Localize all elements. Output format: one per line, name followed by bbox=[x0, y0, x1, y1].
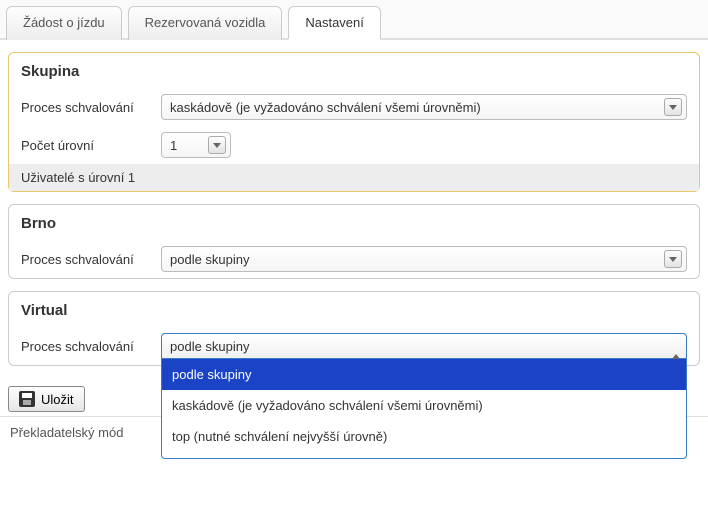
select-approval-process-open[interactable]: podle skupiny podle skupiny kaskádově (j… bbox=[161, 333, 687, 359]
panel-group: Skupina Proces schvalování kaskádově (je… bbox=[8, 52, 700, 192]
select-approval-process[interactable]: podle skupiny bbox=[161, 246, 687, 272]
tab-reserved-vehicles[interactable]: Rezervovaná vozidla bbox=[128, 6, 283, 40]
dropdown-option-top[interactable]: top (nutné schválení nejvyšší úrovně) bbox=[162, 421, 686, 452]
panel-virtual: Virtual Proces schvalování podle skupiny… bbox=[8, 291, 700, 366]
panel-title: Skupina bbox=[9, 53, 699, 88]
row-levels-count: Počet úrovní 1 bbox=[9, 126, 699, 164]
tab-label: Rezervovaná vozidla bbox=[145, 15, 266, 30]
chevron-down-icon bbox=[208, 136, 226, 154]
select-levels-count[interactable]: 1 bbox=[161, 132, 231, 158]
select-text: podle skupiny bbox=[170, 339, 672, 354]
label-users-level-1: Uživatelé s úrovní 1 bbox=[21, 170, 135, 185]
dropdown-option-kaskadove[interactable]: kaskádově (je vyžadováno schválení všemi… bbox=[162, 390, 686, 421]
panel-title: Virtual bbox=[9, 292, 699, 327]
select-text: podle skupiny bbox=[170, 252, 664, 267]
panel-brno: Brno Proces schvalování podle skupiny bbox=[8, 204, 700, 279]
row-approval-process: Proces schvalování podle skupiny podle s… bbox=[9, 327, 699, 365]
save-label: Uložit bbox=[41, 392, 74, 407]
chevron-down-icon bbox=[664, 98, 682, 116]
tab-ride-request[interactable]: Žádost o jízdu bbox=[6, 6, 122, 40]
row-approval-process: Proces schvalování podle skupiny bbox=[9, 240, 699, 278]
tab-settings[interactable]: Nastavení bbox=[288, 6, 381, 40]
row-approval-process: Proces schvalování kaskádově (je vyžadov… bbox=[9, 88, 699, 126]
option-label: kaskádově (je vyžadováno schválení všemi… bbox=[172, 398, 483, 413]
select-text: kaskádově (je vyžadováno schválení všemi… bbox=[170, 100, 664, 115]
tab-bar: Žádost o jízdu Rezervovaná vozidla Nasta… bbox=[0, 0, 708, 40]
label-levels-count: Počet úrovní bbox=[21, 138, 161, 153]
label-approval-process: Proces schvalování bbox=[21, 100, 161, 115]
tab-label: Žádost o jízdu bbox=[23, 15, 105, 30]
tab-label: Nastavení bbox=[305, 15, 364, 30]
dropdown-option-podle-skupiny[interactable]: podle skupiny bbox=[162, 359, 686, 390]
dropdown-list: podle skupiny kaskádově (je vyžadováno s… bbox=[161, 359, 687, 459]
chevron-up-icon bbox=[672, 339, 680, 354]
save-button[interactable]: Uložit bbox=[8, 386, 85, 412]
save-icon bbox=[19, 391, 35, 407]
label-approval-process: Proces schvalování bbox=[21, 339, 161, 354]
panel-title: Brno bbox=[9, 205, 699, 240]
select-text: 1 bbox=[170, 138, 208, 153]
chevron-down-icon bbox=[664, 250, 682, 268]
footer-label: Překladatelský mód bbox=[10, 425, 123, 440]
row-users-level-1: Uživatelé s úrovní 1 bbox=[9, 164, 699, 191]
option-label: podle skupiny bbox=[172, 367, 252, 382]
select-approval-process[interactable]: kaskádově (je vyžadováno schválení všemi… bbox=[161, 94, 687, 120]
option-label: top (nutné schválení nejvyšší úrovně) bbox=[172, 429, 387, 444]
label-approval-process: Proces schvalování bbox=[21, 252, 161, 267]
